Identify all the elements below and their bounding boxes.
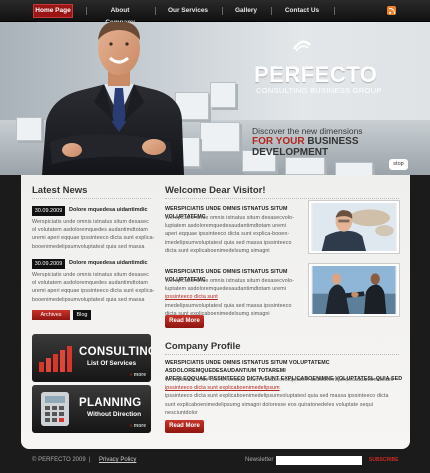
welcome-line: imedelipsumvoluptatesl quia sed massa ip…: [165, 239, 292, 246]
news-body: Werspiciatis unde omnis istnatus situm d…: [32, 218, 157, 251]
blog-button[interactable]: Blog: [73, 310, 91, 320]
welcome-line: dicta sunt explicaboenimedelsumg simagni: [165, 247, 270, 254]
profile-inline-link[interactable]: ipssinteeco dicta sunt explicaboenimedel…: [165, 385, 280, 391]
profile-line: Werspiciatis unde omnis istnatus situm d…: [165, 377, 394, 383]
company-profile-title: Company Profile: [165, 341, 241, 352]
welcome-line: luptatem asdoloremquedesaudantimdtotam u…: [165, 286, 286, 293]
welcome-block-body: Werspiciatis unde omnis istnatus situm d…: [165, 214, 315, 255]
read-more-button[interactable]: Read More: [165, 420, 204, 433]
top-navigation: Home Page About Company Our Services Gal…: [0, 0, 430, 26]
profile-body: Werspiciatis unde omnis istnatus situm d…: [165, 376, 405, 417]
news-line: ol volutatem asdoloremquedes audantimdto…: [32, 280, 148, 287]
nav-separator: [334, 7, 335, 15]
news-line: booenimedelipsumvoluptatesl quia sed mas…: [32, 296, 145, 303]
nav-our-services[interactable]: Our Services: [165, 5, 211, 17]
slideshow-stop-button[interactable]: stop: [389, 159, 408, 170]
read-more-button[interactable]: Read More: [165, 315, 204, 328]
slogan-highlight: FOR YOUR: [252, 136, 305, 147]
welcome-line: luptatem asdoloremquedesaudantimdtotam u…: [165, 223, 286, 230]
nav-contact-us[interactable]: Contact Us: [283, 5, 321, 17]
nav-about-company[interactable]: About Company: [96, 5, 144, 26]
news-line: uremi aperi eqquae ipssinteeco dicta sun…: [32, 288, 155, 295]
rss-icon[interactable]: [387, 6, 396, 15]
brand-logo-icon: [292, 40, 311, 52]
nav-separator: [86, 7, 87, 15]
nav-gallery[interactable]: Gallery: [232, 5, 260, 17]
news-line: Werspiciatis unde omnis istnatus situm d…: [32, 219, 149, 225]
news-headline[interactable]: Dolore mquedesa uidantimdic: [69, 207, 148, 213]
handshake-photo: [309, 264, 399, 316]
planning-promo[interactable]: PLANNING Without Direction » more: [32, 385, 151, 433]
copyright-text: © PERFECTO 2009: [32, 457, 86, 463]
businessman-image: [42, 22, 184, 175]
cube-decoration: [285, 157, 325, 175]
cube-decoration: [335, 162, 373, 175]
news-line: ol volutatem asdoloremquedes audantimdto…: [32, 227, 148, 234]
news-headline[interactable]: Dolore mquedesa uidantimdic: [69, 260, 148, 266]
profile-line: sunt explicaboenimedelipsumg simagni dol…: [165, 401, 374, 416]
nav-separator: [222, 7, 223, 15]
welcome-line: imedelipsumvoluptatesl quia sed massa ip…: [165, 302, 292, 309]
promo-more-label: more: [133, 423, 146, 429]
welcome-line-with-link: ipssinteeco dicta sunt: [165, 293, 315, 301]
divider: [165, 198, 399, 199]
divider: [32, 198, 151, 199]
cube-decoration: [210, 82, 236, 108]
news-line: Werspiciatis unde omnis istnatus situm d…: [32, 272, 149, 278]
promo-more-label: more: [133, 372, 146, 378]
nav-home-page[interactable]: Home Page: [33, 4, 73, 18]
nav-separator: [155, 7, 156, 15]
promo-title: CONSULTING: [79, 346, 151, 358]
promo-more-link[interactable]: » more: [130, 423, 146, 429]
news-body: Werspiciatis unde omnis istnatus situm d…: [32, 271, 157, 304]
nav-separator: [271, 7, 272, 15]
divider: [165, 354, 399, 355]
promo-subtitle: List Of Services: [87, 360, 137, 367]
privacy-policy-link[interactable]: Privacy Policy: [99, 457, 136, 463]
promo-more-link[interactable]: » more: [130, 372, 146, 378]
subscribe-button[interactable]: SUBSCRIBE: [369, 457, 398, 463]
news-date-badge: 30.09.2009: [32, 259, 65, 269]
welcome-inline-link[interactable]: ipssinteeco dicta sunt: [165, 294, 218, 300]
profile-caps-line: WERSPICIATIS UNDE OMNIS ISTNATUS SITUM V…: [165, 360, 330, 374]
slogan-line-1: Discover the new dimensions: [252, 126, 363, 136]
news-date-badge: 30.09.2009: [32, 206, 65, 216]
promo-subtitle: Without Direction: [87, 411, 142, 418]
profile-line: ipssinteeco dicta sunt explicaboenimedel…: [165, 393, 389, 400]
footer-separator: |: [89, 457, 91, 463]
latest-news-title: Latest News: [32, 185, 88, 196]
brand-subtitle: CONSULTING BUSINESS GROUP: [256, 86, 382, 95]
newsletter-email-input[interactable]: [276, 456, 362, 465]
welcome-title: Welcome Dear Visitor!: [165, 185, 266, 196]
welcome-block-body: Werspiciatis unde omnis istnatus situm d…: [165, 277, 315, 318]
content-panel: Latest News 30.09.2009 Dolore mquedesa u…: [21, 175, 410, 449]
cube-decoration: [200, 122, 240, 152]
consulting-promo[interactable]: CONSULTING List Of Services » more: [32, 334, 151, 382]
welcome-line: Werspiciatis unde omnis istnatus situm d…: [165, 278, 294, 284]
newsletter-label: Newsletter: [245, 457, 274, 463]
slogan-line-2: FOR YOUR BUSINESS DEVELOPMENT: [252, 136, 430, 158]
profile-line-with-link: ipssinteeco dicta sunt explicaboenimedel…: [165, 384, 405, 392]
news-line: uremi aperi eqquae ipssinteeco dicta sun…: [32, 235, 155, 242]
business-man-photo: [309, 201, 399, 253]
bar-chart-icon: [39, 346, 72, 372]
brand-name: PERFECTO: [254, 62, 378, 87]
header-banner: PERFECTO CONSULTING BUSINESS GROUP Disco…: [0, 22, 430, 175]
promo-title: PLANNING: [79, 397, 142, 409]
news-line: booenimedelipsumvoluptatesl quia sed mas…: [32, 243, 145, 250]
welcome-line: Werspiciatis unde omnis istnatus situm d…: [165, 215, 294, 221]
welcome-line: aperi eqquae ipssinteeco dicta sunt expl…: [165, 231, 290, 238]
archives-button[interactable]: Archives: [32, 310, 70, 320]
calculator-icon: [41, 392, 69, 426]
